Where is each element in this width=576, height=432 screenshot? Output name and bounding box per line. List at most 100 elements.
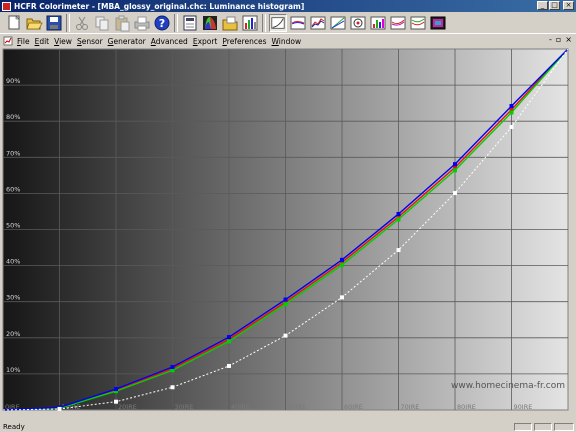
rgb-levels-button[interactable]: [309, 14, 327, 32]
film-view-icon: [430, 16, 446, 29]
x-tick-label: 40IRE: [231, 403, 250, 411]
series-point-2: [453, 162, 457, 167]
help-icon: ?: [154, 15, 170, 30]
color-temperature-icon: [350, 16, 366, 29]
saturation-view-button[interactable]: [329, 14, 347, 32]
series-point-1: [227, 339, 231, 344]
y-tick-label: 10%: [6, 366, 20, 374]
open-icon: [26, 18, 43, 29]
nearblack-view-icon: [390, 16, 406, 29]
series-point-2: [509, 104, 514, 109]
close-button[interactable]: ×: [563, 1, 574, 10]
y-tick-label: 90%: [6, 77, 20, 85]
document-icon: [3, 36, 13, 46]
luminance-view-button[interactable]: [269, 13, 287, 32]
menu-view[interactable]: View: [54, 37, 72, 46]
toolbar: ?: [0, 12, 576, 34]
open-folder-view-button[interactable]: [221, 14, 239, 32]
series-point-2: [396, 211, 401, 216]
luminance-view-icon: [271, 16, 285, 29]
luminance-chart: 10%20%30%40%50%60%70%80%90%0IRE 10IRE 20IR…: [0, 47, 576, 422]
mdi-restore-button[interactable]: ▫: [556, 35, 561, 44]
cut-button[interactable]: [73, 14, 91, 32]
menu-preferences[interactable]: Preferences: [222, 37, 266, 46]
series-point-3: [57, 406, 62, 411]
print-icon: [134, 16, 150, 30]
status-pane-2: [534, 423, 552, 431]
x-tick-label: 30IRE: [175, 403, 194, 411]
luminance-chart-panel: 10% 20% 30% 40% 50% 60% 70% 80% 90% 0IRE 10IRE 20IR…: [0, 47, 576, 422]
x-tick-label: 90IRE: [514, 403, 533, 411]
x-tick-label: 20IRE: [118, 403, 137, 411]
menu-edit[interactable]: Edit: [35, 37, 50, 46]
nearwhite-view-button[interactable]: [409, 14, 427, 32]
print-button[interactable]: [133, 14, 151, 32]
open-folder-view-icon: [222, 16, 238, 30]
series-point-3: [283, 333, 288, 338]
paste-button[interactable]: [113, 14, 131, 32]
menu-window[interactable]: Window: [272, 37, 302, 46]
minimize-button[interactable]: _: [537, 1, 548, 10]
y-tick-label: 80%: [6, 113, 20, 121]
cut-icon: [76, 16, 88, 30]
series-point-3: [227, 363, 231, 368]
gamma-view-button[interactable]: [289, 14, 307, 32]
rgb-histogram-icon: [242, 15, 258, 30]
new-icon: [8, 14, 20, 29]
save-button[interactable]: [45, 14, 63, 32]
help-button[interactable]: ?: [153, 14, 171, 32]
window-title: HCFR Colorimeter - [MBA_glossy_original.…: [14, 1, 305, 11]
open-button[interactable]: [25, 14, 43, 32]
status-bar: Ready: [0, 422, 576, 432]
menu-file[interactable]: File: [17, 37, 30, 46]
paste-icon: [115, 15, 130, 31]
color-delta-button[interactable]: [369, 14, 387, 32]
series-point-3: [170, 385, 175, 390]
nearblack-view-button[interactable]: [389, 14, 407, 32]
mdi-minimize-button[interactable]: -: [549, 35, 552, 44]
series-point-2: [227, 335, 231, 340]
series-point-1: [509, 110, 514, 115]
measures-view-button[interactable]: [181, 14, 199, 32]
color-delta-icon: [370, 16, 386, 29]
toolbar-separator: [66, 13, 70, 32]
y-tick-label: 40%: [6, 258, 20, 266]
toolbar-separator: [174, 13, 178, 32]
svg-text:?: ?: [159, 17, 165, 30]
rgb-levels-icon: [310, 16, 326, 29]
status-pane-3: [554, 423, 574, 431]
menu-advanced[interactable]: Advanced: [151, 37, 188, 46]
status-pane-1: [514, 423, 532, 431]
series-point-3: [396, 248, 401, 253]
cie-diagram-icon: [203, 15, 217, 30]
x-tick-label: 70IRE: [401, 403, 420, 411]
copy-button[interactable]: [93, 14, 111, 32]
series-point-2: [170, 365, 175, 370]
color-temperature-button[interactable]: [349, 14, 367, 32]
y-tick-label: 20%: [6, 330, 20, 338]
toolbar-separator: [262, 13, 266, 32]
series-point-1: [396, 217, 401, 222]
menu-sensor[interactable]: Sensor: [77, 37, 103, 46]
menu-generator[interactable]: Generator: [108, 37, 146, 46]
series-point-2: [283, 297, 288, 302]
x-tick-label: 80IRE: [457, 403, 476, 411]
x-tick-label: 50IRE: [288, 403, 307, 411]
y-tick-label: 70%: [6, 149, 20, 157]
maximize-button[interactable]: □: [549, 1, 560, 10]
y-tick-label: 50%: [6, 222, 20, 230]
copy-icon: [95, 16, 109, 30]
watermark-text: www.homecinema-fr.com: [451, 381, 565, 391]
menu-export[interactable]: Export: [193, 37, 218, 46]
rgb-histogram-button[interactable]: [241, 14, 259, 32]
series-point-3: [453, 191, 457, 196]
saturation-view-icon: [330, 16, 346, 29]
y-tick-label: 30%: [6, 294, 20, 302]
series-point-3: [340, 295, 344, 300]
film-view-button[interactable]: [429, 14, 447, 32]
cie-diagram-button[interactable]: [201, 14, 219, 32]
series-point-1: [340, 262, 344, 267]
mdi-close-button[interactable]: ×: [565, 35, 572, 44]
app-icon: [2, 1, 11, 11]
new-button[interactable]: [5, 14, 23, 32]
